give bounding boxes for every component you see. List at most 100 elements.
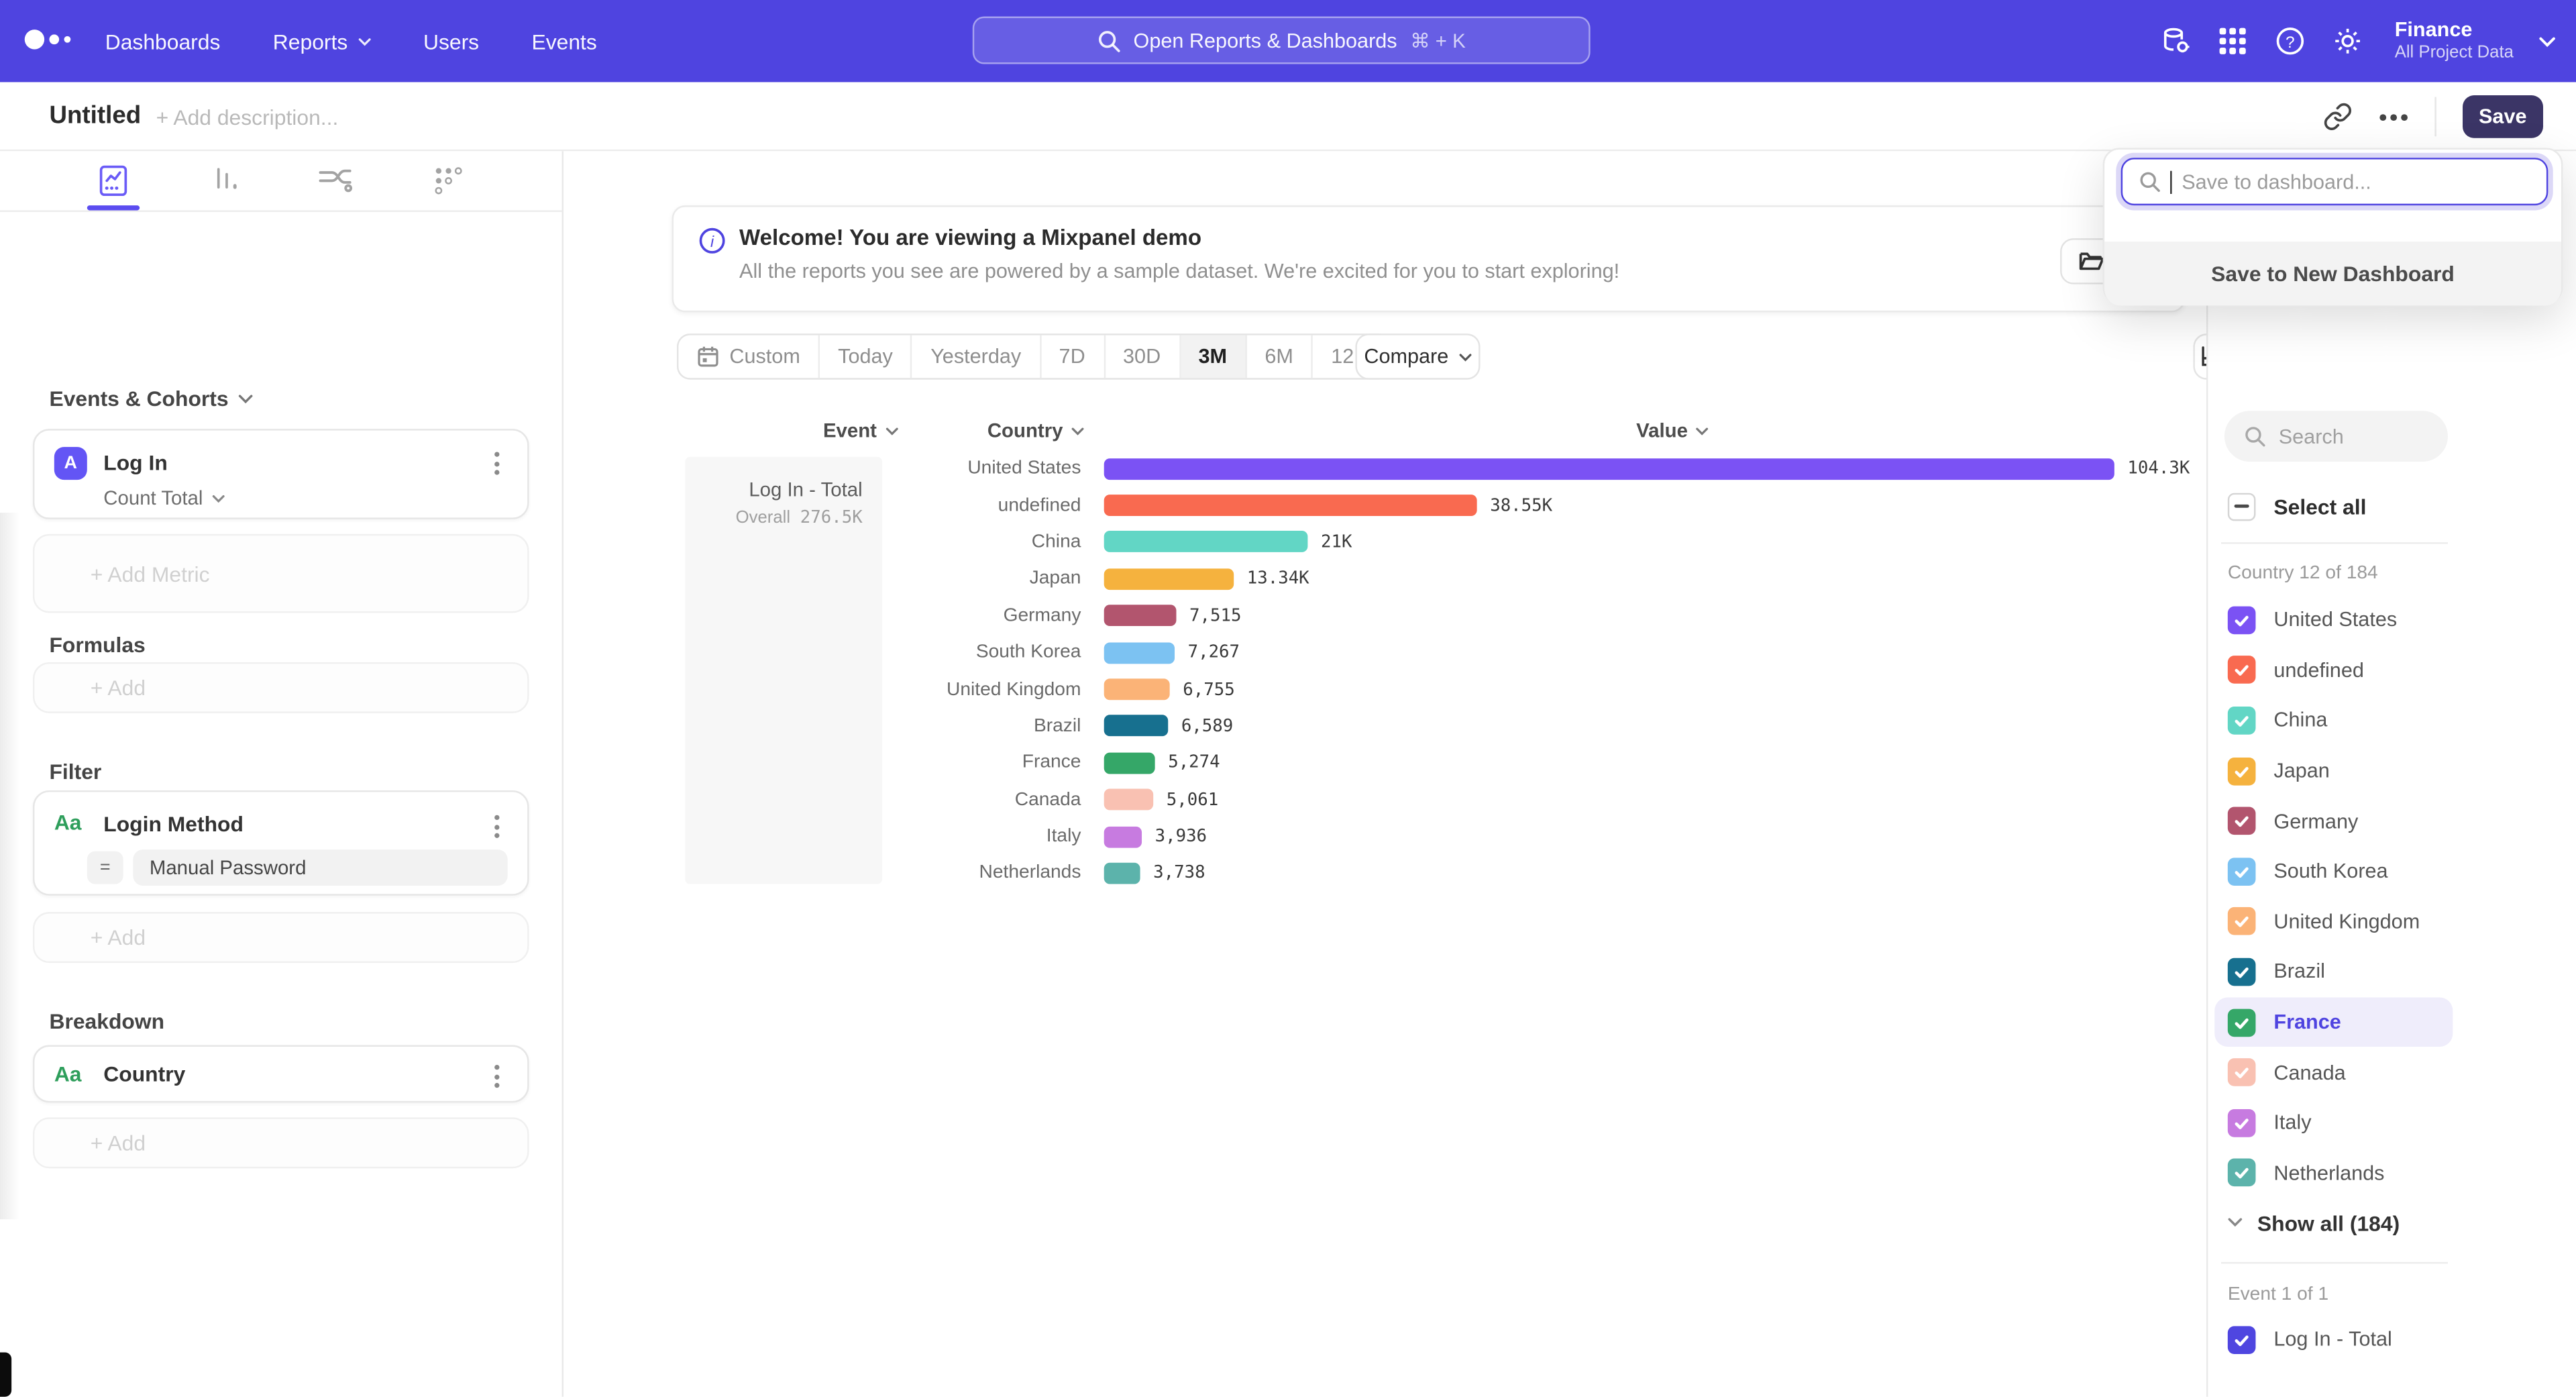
bar-segment[interactable]: [1104, 605, 1177, 627]
bar-segment[interactable]: [1104, 642, 1175, 664]
more-options-icon[interactable]: [2379, 113, 2408, 121]
event-column-header[interactable]: Event: [823, 419, 898, 442]
legend-row-italy[interactable]: Italy: [2208, 1098, 2471, 1148]
range-7d[interactable]: 7D: [1041, 335, 1105, 378]
legend-row-united-kingdom[interactable]: United Kingdom: [2208, 896, 2471, 947]
events-cohorts-header[interactable]: Events & Cohorts: [49, 386, 253, 411]
legend-checkbox[interactable]: [2228, 908, 2256, 936]
add-metric-button[interactable]: + Add Metric: [33, 534, 529, 613]
legend-row-germany[interactable]: Germany: [2208, 796, 2471, 846]
range-3m[interactable]: 3M: [1181, 335, 1247, 378]
legend-row-japan[interactable]: Japan: [2208, 745, 2471, 796]
bar-segment[interactable]: [1104, 715, 1169, 737]
legend-label: United States: [2273, 609, 2397, 631]
add-formula-button[interactable]: + Add: [33, 662, 529, 713]
metric-aggregation[interactable]: Count Total: [103, 486, 224, 509]
app-grid-icon[interactable]: [2216, 25, 2249, 58]
save-button[interactable]: Save: [2463, 95, 2543, 138]
bar-segment[interactable]: [1104, 679, 1170, 701]
data-management-icon[interactable]: [2158, 25, 2191, 58]
value-column-header[interactable]: Value: [1636, 419, 1709, 442]
country-column-header[interactable]: Country: [987, 419, 1084, 442]
range-30d[interactable]: 30D: [1105, 335, 1180, 378]
legend-row-netherlands[interactable]: Netherlands: [2208, 1148, 2471, 1198]
bar-segment[interactable]: [1104, 863, 1140, 884]
legend-row-brazil[interactable]: Brazil: [2208, 947, 2471, 997]
legend-checkbox[interactable]: [2228, 1058, 2256, 1086]
bar-segment[interactable]: [1104, 531, 1308, 553]
project-chevron-down-icon[interactable]: [2538, 36, 2557, 47]
nav-item-reports[interactable]: Reports: [273, 29, 371, 54]
mixpanel-logo-icon[interactable]: [25, 30, 71, 49]
filter-operator[interactable]: =: [87, 851, 123, 884]
legend-row-united-states[interactable]: United States: [2208, 595, 2471, 645]
legend-search-input[interactable]: Search: [2224, 411, 2448, 462]
range-yesterday[interactable]: Yesterday: [912, 335, 1040, 378]
add-filter-button[interactable]: + Add: [33, 912, 529, 963]
settings-gear-icon[interactable]: [2330, 25, 2363, 58]
bar-segment[interactable]: [1104, 752, 1155, 774]
legend-checkbox[interactable]: [2228, 656, 2256, 684]
compare-button[interactable]: Compare: [1355, 333, 1480, 380]
event-legend-row[interactable]: Log In - Total: [2228, 1316, 2392, 1363]
legend-label: China: [2273, 709, 2327, 732]
range-6m[interactable]: 6M: [1246, 335, 1313, 378]
flows-tab[interactable]: [303, 154, 368, 207]
nav-item-events[interactable]: Events: [531, 29, 596, 54]
legend-checkbox[interactable]: [2228, 606, 2256, 634]
legend-checkbox[interactable]: [2228, 1108, 2256, 1137]
filter-value[interactable]: Manual Password: [133, 849, 507, 886]
legend-row-china[interactable]: China: [2208, 695, 2471, 745]
project-switcher[interactable]: Finance All Project Data: [2395, 17, 2514, 64]
add-breakdown-button[interactable]: + Add: [33, 1117, 529, 1168]
bar-segment[interactable]: [1104, 826, 1142, 847]
range-custom[interactable]: Custom: [678, 335, 820, 378]
show-all-button[interactable]: Show all (184): [2228, 1203, 2400, 1243]
save-to-dashboard-input[interactable]: Save to dashboard...: [2121, 158, 2548, 205]
legend-checkbox[interactable]: [2228, 807, 2256, 835]
event-checkbox[interactable]: [2228, 1325, 2256, 1353]
legend-checkbox[interactable]: [2228, 958, 2256, 986]
breakdown-card-country[interactable]: Aa Country: [33, 1045, 529, 1103]
copy-link-icon[interactable]: [2322, 102, 2352, 132]
nav-item-dashboards[interactable]: Dashboards: [105, 29, 221, 54]
legend-checkbox[interactable]: [2228, 757, 2256, 785]
select-all-row[interactable]: Select all: [2228, 483, 2367, 529]
add-description-field[interactable]: + Add description...: [156, 105, 339, 130]
retention-tab[interactable]: [416, 154, 482, 207]
bar-segment[interactable]: [1104, 789, 1153, 811]
bar-segment[interactable]: [1104, 495, 1477, 516]
chart-row-japan: Japan13.34K: [564, 561, 2206, 598]
legend-checkbox[interactable]: [2228, 858, 2256, 886]
legend-row-canada[interactable]: Canada: [2208, 1047, 2471, 1098]
bar-value-label: 7,515: [1189, 606, 1241, 625]
horizontal-bar-chart: United States104.3Kundefined38.55KChina2…: [564, 450, 2206, 892]
metric-name[interactable]: Log In: [103, 450, 168, 475]
legend-row-undefined[interactable]: undefined: [2208, 645, 2471, 695]
filter-card-login-method[interactable]: Aa Login Method = Manual Password: [33, 790, 529, 896]
filter-property-name[interactable]: Login Method: [103, 812, 244, 837]
metric-kebab-icon[interactable]: [484, 452, 507, 474]
bar-report-tab[interactable]: [194, 154, 260, 207]
nav-item-users[interactable]: Users: [423, 29, 479, 54]
chevron-down-icon: [211, 494, 225, 502]
legend-checkbox[interactable]: [2228, 707, 2256, 735]
filter-kebab-icon[interactable]: [484, 815, 507, 838]
legend-row-france[interactable]: France: [2214, 997, 2453, 1047]
save-to-new-dashboard-option[interactable]: Save to New Dashboard: [2104, 242, 2561, 306]
select-all-checkbox[interactable]: [2228, 492, 2256, 520]
breakdown-kebab-icon[interactable]: [484, 1065, 507, 1088]
report-title[interactable]: Untitled: [49, 102, 141, 130]
breakdown-property-name[interactable]: Country: [103, 1062, 185, 1086]
legend-checkbox[interactable]: [2228, 1008, 2256, 1037]
global-search-button[interactable]: Open Reports & Dashboards ⌘ + K: [973, 16, 1591, 64]
range-today[interactable]: Today: [820, 335, 912, 378]
search-placeholder: Open Reports & Dashboards: [1134, 29, 1397, 52]
help-icon[interactable]: ?: [2273, 25, 2306, 58]
legend-row-south-korea[interactable]: South Korea: [2208, 846, 2471, 896]
legend-checkbox[interactable]: [2228, 1159, 2256, 1187]
bar-segment[interactable]: [1104, 458, 2114, 479]
bar-segment[interactable]: [1104, 568, 1234, 590]
insights-tab[interactable]: [80, 154, 146, 207]
metric-card-log-in[interactable]: A Log In Count Total: [33, 429, 529, 519]
